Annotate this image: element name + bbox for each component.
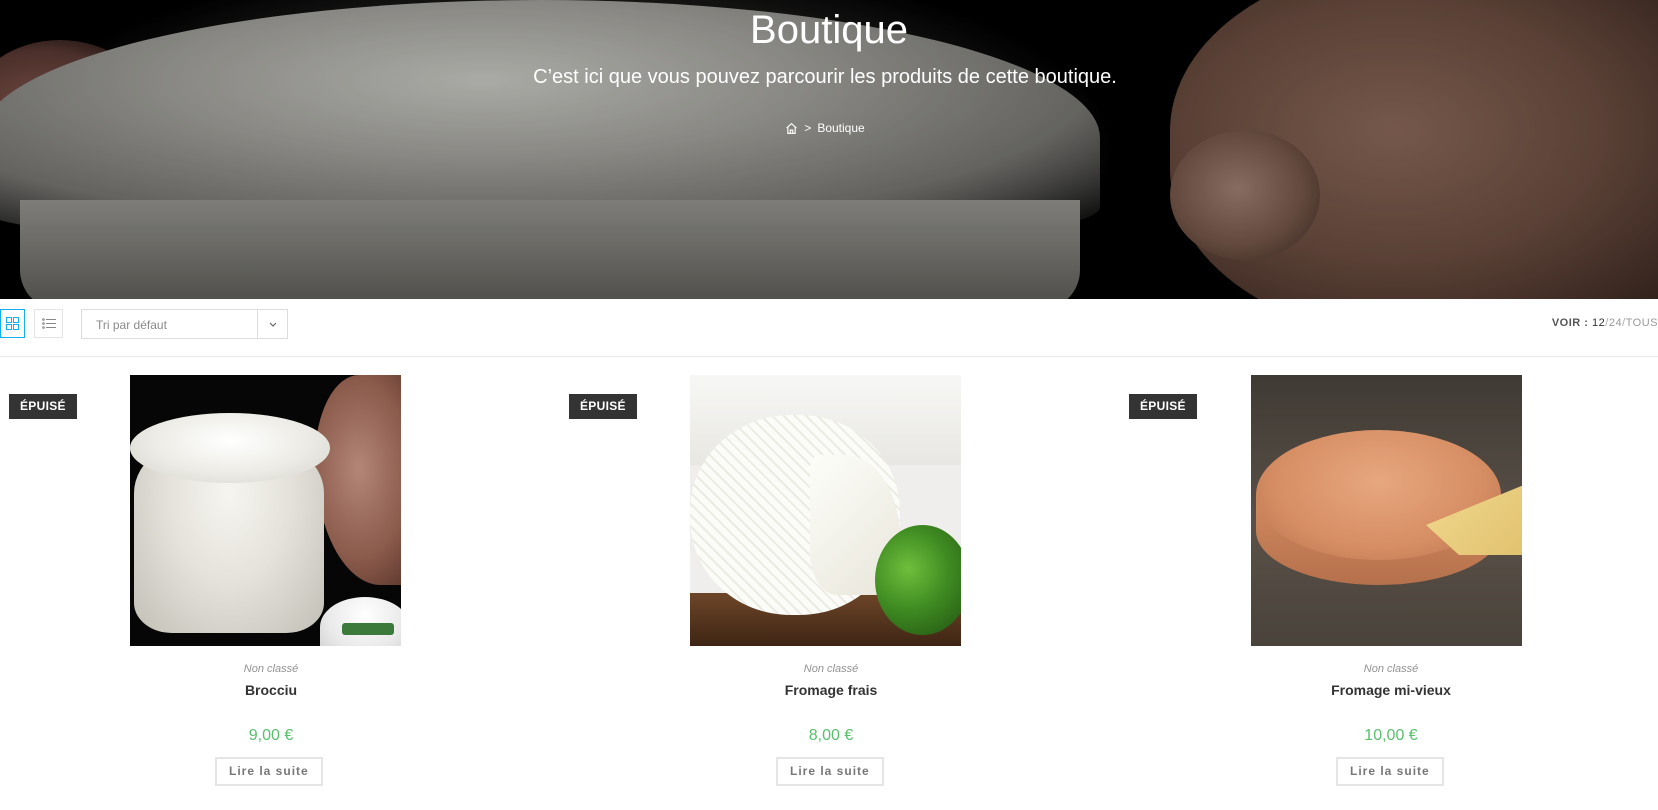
sort-select[interactable]: Tri par défaut	[81, 309, 288, 339]
product-title[interactable]: Fromage frais	[566, 682, 1096, 698]
product-image[interactable]	[690, 375, 961, 646]
per-page-option-all[interactable]: TOUS	[1626, 317, 1658, 329]
product-title[interactable]: Fromage mi-vieux	[1126, 682, 1656, 698]
per-page-label: VOIR :	[1551, 317, 1589, 329]
product-card-fromage-frais: ÉPUISÉ Non classé Fromage frais 8,00 € L…	[568, 375, 1108, 795]
read-more-button[interactable]: Lire la suite	[776, 757, 884, 786]
shop-toolbar: Tri par défaut VOIR : 12/24/TOUS	[0, 299, 1658, 357]
list-view-button[interactable]	[34, 309, 63, 338]
breadcrumb-separator: >	[804, 121, 812, 135]
grid-view-icon	[6, 317, 19, 330]
product-category[interactable]: Non classé	[1126, 663, 1656, 675]
product-image[interactable]	[1251, 375, 1522, 646]
per-page-selector: VOIR : 12/24/TOUS	[1552, 317, 1658, 329]
product-card-brocciu: ÉPUISÉ Non classé Brocciu 9,00 € Lire la…	[8, 375, 548, 795]
grid-view-button[interactable]	[0, 309, 25, 338]
product-image[interactable]	[130, 375, 401, 646]
page-title: Boutique	[750, 8, 908, 52]
breadcrumb-current: Boutique	[817, 121, 865, 135]
page-header-hero: Boutique C’est ici que vous pouvez parco…	[0, 0, 1658, 299]
product-title[interactable]: Brocciu	[6, 682, 536, 698]
product-price: 9,00 €	[248, 727, 294, 744]
read-more-button[interactable]: Lire la suite	[1336, 757, 1444, 786]
out-of-stock-badge: ÉPUISÉ	[569, 394, 637, 419]
out-of-stock-badge: ÉPUISÉ	[1129, 394, 1197, 419]
home-icon[interactable]	[785, 122, 798, 135]
list-view-icon	[41, 318, 56, 329]
per-page-option-24[interactable]: 24	[1609, 317, 1622, 329]
sort-select-value: Tri par défaut	[96, 318, 167, 332]
out-of-stock-badge: ÉPUISÉ	[9, 394, 77, 419]
read-more-button[interactable]: Lire la suite	[215, 757, 323, 786]
product-price: 10,00 €	[1364, 727, 1418, 744]
page-subtitle: C’est ici que vous pouvez parcourir les …	[533, 66, 1117, 88]
per-page-option-12[interactable]: 12	[1592, 317, 1605, 329]
chevron-down-icon	[257, 310, 287, 338]
breadcrumb: > Boutique	[0, 121, 1650, 135]
product-category[interactable]: Non classé	[566, 663, 1096, 675]
product-category[interactable]: Non classé	[6, 663, 536, 675]
product-price: 8,00 €	[808, 727, 854, 744]
product-card-fromage-mi-vieux: ÉPUISÉ Non classé Fromage mi-vieux 10,00…	[1128, 375, 1658, 795]
